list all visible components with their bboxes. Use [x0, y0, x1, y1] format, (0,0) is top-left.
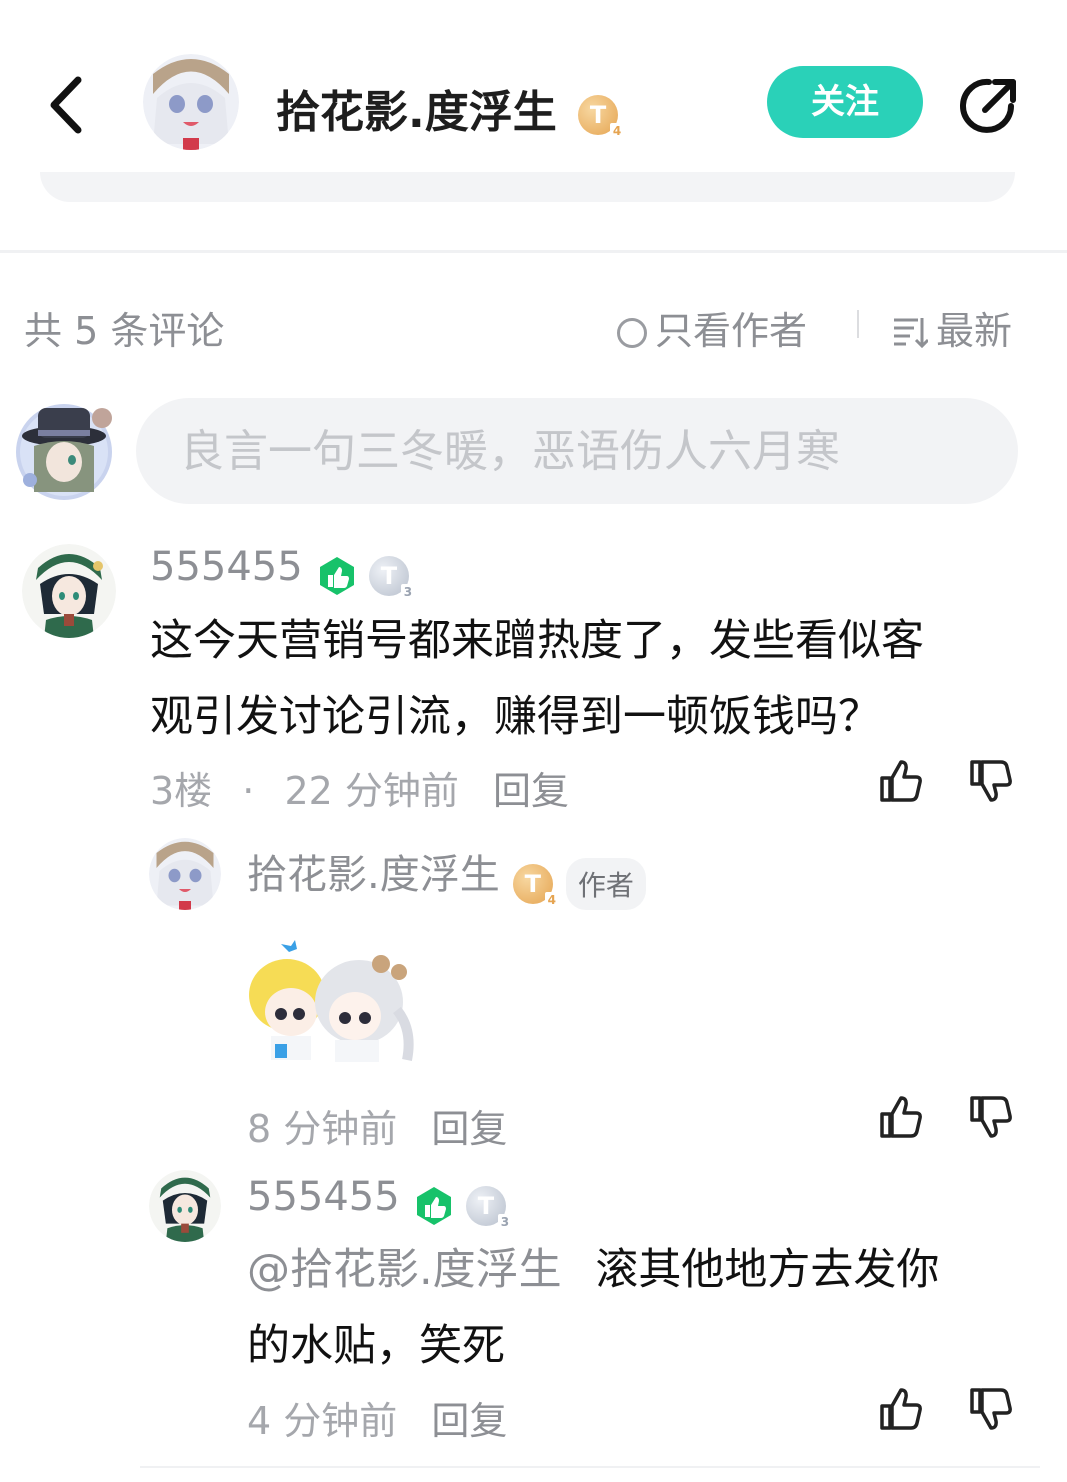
comment-time: 22 分钟前	[284, 769, 459, 813]
reply-avatar[interactable]	[149, 1170, 221, 1242]
comment-meta: 3楼 · 22 分钟前 回复	[150, 760, 569, 815]
thumbs-down-icon	[970, 760, 1012, 802]
author-name-header[interactable]: 拾花影.度浮生 T 4	[276, 76, 625, 140]
comment-header: 555455 T 3	[150, 544, 415, 600]
dislike-button[interactable]	[966, 1092, 1016, 1142]
floor-number: 3楼	[150, 769, 213, 813]
level-badge: T 3	[465, 1185, 512, 1230]
section-divider	[0, 250, 1067, 253]
comment-text-line: 这今天营销号都来蹭热度了，发些看似客	[150, 616, 924, 666]
comment-count: 共 5 条评论	[24, 309, 225, 353]
level-badge: T 4	[578, 95, 625, 139]
post-card-edge	[40, 172, 1015, 202]
comment-text: 这今天营销号都来蹭热度了，发些看似客 观引发讨论引流，赚得到一顿饭钱吗？	[150, 603, 1030, 755]
sort-button[interactable]: 最新	[892, 300, 1012, 355]
only-author-toggle[interactable]: 只看作者	[617, 300, 807, 355]
dislike-button[interactable]	[966, 756, 1016, 806]
level-badge: T 4	[512, 863, 559, 908]
thumbs-down-icon	[970, 1096, 1012, 1138]
reply-button[interactable]: 回复	[431, 1399, 507, 1443]
commenter-avatar[interactable]	[22, 544, 116, 638]
reply-text-segment: 滚其他地方去发你	[595, 1245, 940, 1295]
back-button[interactable]	[40, 70, 100, 140]
sort-label: 最新	[936, 309, 1013, 353]
dislike-button[interactable]	[966, 1384, 1016, 1434]
author-avatar[interactable]	[143, 54, 239, 150]
author-tag: 作者	[565, 857, 646, 910]
only-author-label: 只看作者	[655, 309, 808, 353]
reply-meta: 4 分钟前 回复	[247, 1390, 507, 1445]
reply-avatar[interactable]	[149, 838, 221, 910]
thumbs-up-badge-icon	[416, 1186, 451, 1225]
share-button[interactable]	[955, 72, 1023, 140]
reply-text: @拾花影.度浮生 滚其他地方去发你 的水贴，笑死	[247, 1232, 1037, 1384]
reply-button[interactable]: 回复	[431, 1107, 507, 1151]
sort-lines-icon	[894, 318, 930, 349]
thumbs-down-icon	[970, 1388, 1012, 1430]
comment-text-line: 观引发讨论引流，赚得到一顿饭钱吗？	[150, 692, 881, 742]
reply-time: 8 分钟前	[247, 1107, 398, 1151]
reply-header: 拾花影.度浮生 T 4 作者	[247, 842, 646, 910]
author-username: 拾花影.度浮生	[276, 87, 557, 138]
reply-text-line: @拾花影.度浮生 滚其他地方去发你	[247, 1232, 1037, 1308]
radio-circle-icon	[617, 318, 647, 348]
filter-divider	[857, 310, 859, 338]
level-badge: T 3	[368, 555, 415, 600]
reply-username[interactable]: 555455	[247, 1174, 400, 1220]
meta-dot: ·	[242, 769, 255, 813]
like-button[interactable]	[876, 1384, 926, 1434]
thumbs-up-icon	[880, 760, 922, 802]
comment-input[interactable]	[136, 398, 1018, 504]
list-divider	[140, 1466, 1040, 1468]
reply-button[interactable]: 回复	[493, 769, 569, 813]
reply-meta: 8 分钟前 回复	[247, 1098, 507, 1153]
reply-text-line: 的水贴，笑死	[247, 1321, 505, 1371]
follow-button[interactable]: 关注	[767, 66, 923, 138]
commenter-username[interactable]: 555455	[150, 544, 303, 590]
thumbs-up-icon	[880, 1096, 922, 1138]
like-button[interactable]	[876, 756, 926, 806]
like-button[interactable]	[876, 1092, 926, 1142]
reply-time: 4 分钟前	[247, 1399, 398, 1443]
share-icon	[960, 78, 1016, 133]
my-avatar[interactable]	[10, 396, 122, 502]
mention-link[interactable]: @拾花影.度浮生	[247, 1245, 562, 1295]
chevron-left-icon	[50, 76, 82, 134]
sticker-image[interactable]	[247, 940, 417, 1065]
reply-header: 555455 T 3	[247, 1174, 512, 1230]
thumbs-up-icon	[880, 1388, 922, 1430]
reply-username[interactable]: 拾花影.度浮生	[247, 852, 500, 898]
thumbs-up-badge-icon	[319, 556, 354, 595]
